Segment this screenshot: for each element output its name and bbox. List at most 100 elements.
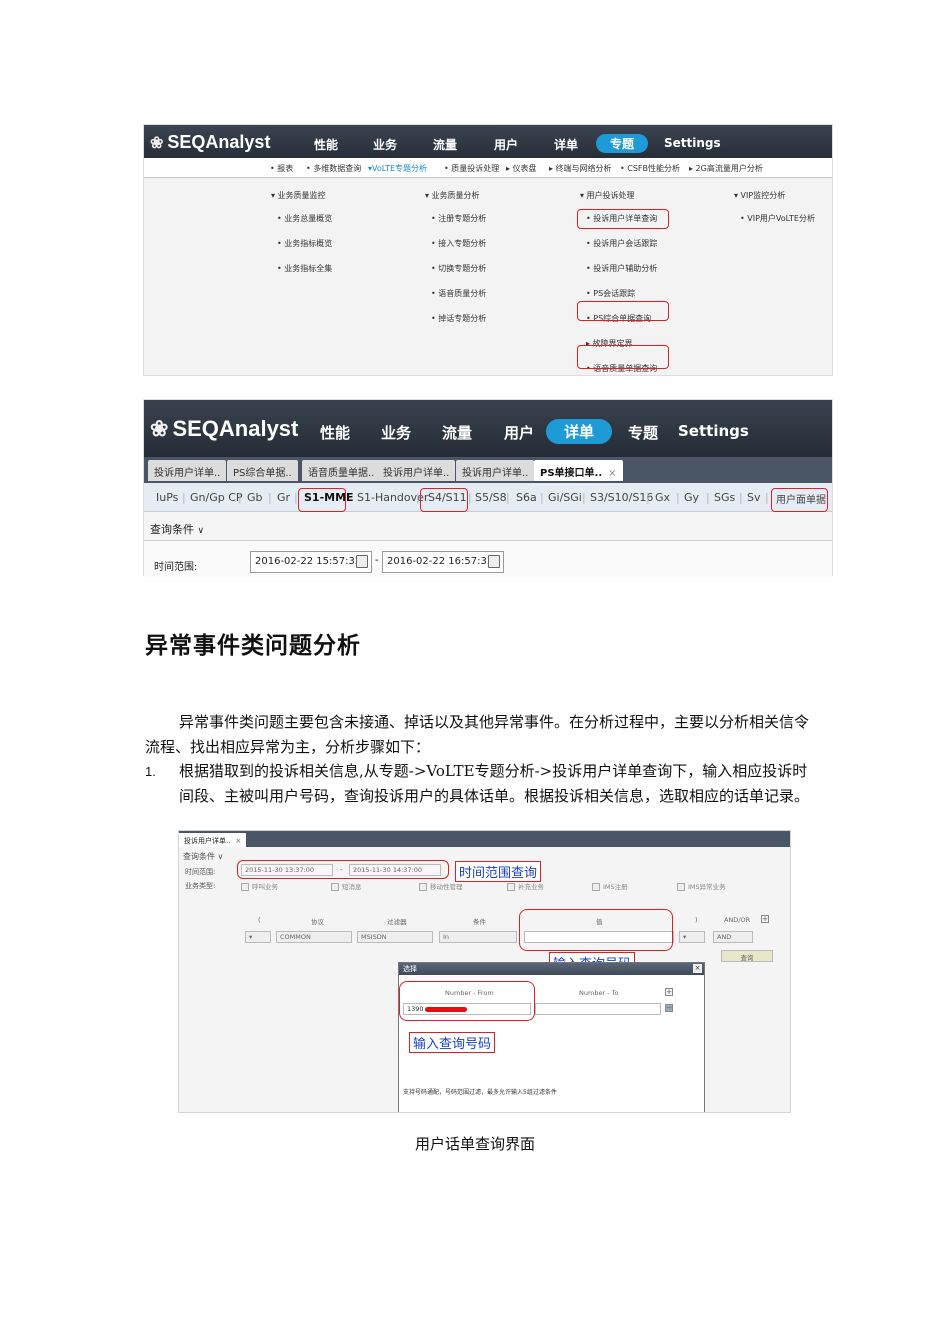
close-icon[interactable]: × — [608, 468, 616, 479]
nav-performance[interactable]: 性能 — [320, 422, 350, 443]
menu-col-heading[interactable]: ▾ 业务质量监控 — [271, 190, 332, 201]
menu-col-heading[interactable]: ▾ 业务质量分析 — [425, 190, 486, 201]
highlight-box — [420, 488, 468, 512]
tab-ps-records[interactable]: PS综合单据.. — [227, 460, 298, 481]
menu-item[interactable]: • PS会话跟踪 — [586, 288, 657, 299]
menu-item[interactable]: • VIP用户VoLTE分析 — [740, 213, 815, 224]
remove-row-icon[interactable]: − — [665, 1004, 673, 1012]
iface-gy[interactable]: Gy — [684, 491, 699, 504]
checkbox-sms[interactable]: 短消息 — [331, 881, 362, 891]
nav-service[interactable]: 业务 — [373, 136, 397, 153]
huawei-logo-icon: ❀ — [150, 416, 169, 441]
nav-user[interactable]: 用户 — [504, 422, 534, 443]
subnav-quality-complaint[interactable]: • 质量投诉处理 — [444, 163, 499, 174]
checkbox-ims-register[interactable]: IMS注册 — [592, 881, 628, 891]
iface-gr[interactable]: Gr — [277, 491, 290, 504]
tab-complaint-detail[interactable]: 投诉用户详单.. — [148, 460, 227, 481]
subnav-csfb[interactable]: • CSFB性能分析 — [620, 163, 680, 174]
tab-label: 投诉用户详单.. — [184, 837, 231, 845]
close-icon[interactable]: × — [693, 964, 702, 973]
filter-select[interactable]: MSISDN — [357, 931, 433, 943]
time-from-field[interactable]: 2016-02-22 15:57:32 — [250, 551, 372, 573]
close-icon[interactable]: × — [235, 837, 241, 845]
nav-settings[interactable]: Settings — [678, 422, 749, 440]
nav-user[interactable]: 用户 — [494, 136, 518, 153]
nav-special-topic[interactable]: 专题 — [628, 422, 658, 443]
nav-special-topic[interactable]: 专题 — [596, 134, 649, 153]
top-navbar: ❀ SEQAnalyst 性能 业务 流量 用户 详单 专题 Settings — [144, 400, 832, 457]
protocol-select[interactable]: COMMON — [276, 931, 352, 943]
iface-gngp-cp[interactable]: Gn/Gp CP — [190, 491, 243, 504]
subnav-multidim-query[interactable]: • 多维数据查询 — [306, 163, 361, 174]
iface-gb[interactable]: Gb — [247, 491, 263, 504]
menu-item[interactable]: • 注册专题分析 — [431, 213, 486, 224]
separator: | — [268, 491, 272, 504]
iface-s3-s10-s16[interactable]: S3/S10/S16 — [590, 491, 653, 504]
subnav-volte-analysis[interactable]: ▾VoLTE专题分析 — [368, 163, 427, 174]
iface-s6a[interactable]: S6a — [516, 491, 537, 504]
checkbox-ims-abnormal[interactable]: IMS异常业务 — [677, 881, 726, 891]
subnav-report[interactable]: • 报表 — [270, 163, 293, 174]
tab-ps-interface[interactable]: PS单接口单.. × — [534, 460, 623, 481]
close-paren-select[interactable]: ▾ — [679, 931, 705, 943]
separator: | — [468, 491, 472, 504]
iface-gi-sgi[interactable]: Gi/SGi — [548, 491, 582, 504]
query-conditions-toggle[interactable]: 查询条件 ∨ — [183, 851, 223, 862]
tab-complaint-detail-2[interactable]: 投诉用户详单.. — [377, 460, 456, 481]
open-paren-select[interactable]: ▾ — [245, 931, 271, 943]
top-navbar: ❀ SEQAnalyst 性能 业务 流量 用户 详单 专题 Settings — [144, 125, 832, 158]
iface-s5-s8[interactable]: S5/S8 — [475, 491, 507, 504]
tab-complaint-detail-3[interactable]: 投诉用户详单.. — [456, 460, 535, 481]
menu-item[interactable]: • 语音质量分析 — [431, 288, 486, 299]
nav-performance[interactable]: 性能 — [314, 136, 338, 153]
checkbox-supplementary[interactable]: 补充业务 — [507, 881, 544, 891]
nav-traffic[interactable]: 流量 — [442, 422, 472, 443]
menu-item[interactable]: • 业务指标概览 — [277, 238, 332, 249]
nav-traffic[interactable]: 流量 — [433, 136, 457, 153]
add-condition-icon[interactable]: + — [761, 915, 769, 923]
iface-iups[interactable]: IuPs — [156, 491, 178, 504]
col-header-close-paren: ) — [695, 916, 698, 924]
time-to-field[interactable]: 2016-02-22 16:57:32 — [382, 551, 504, 573]
col-header-open-paren: ( — [258, 916, 261, 924]
highlight-box — [399, 981, 535, 1021]
number-to-input[interactable] — [535, 1003, 661, 1015]
and-or-select[interactable]: AND — [713, 931, 753, 943]
checkbox-call[interactable]: 呼叫业务 — [241, 881, 278, 891]
subnav-2g-traffic[interactable]: ▸ 2G高流量用户分析 — [689, 163, 763, 174]
dialog-note: 支持号码通配，号码范围过滤，最多允许输入5组过滤条件 — [403, 1089, 557, 1096]
menu-item[interactable]: • 投诉用户辅助分析 — [586, 263, 657, 274]
subnav-terminal-network[interactable]: ▸ 终端与网络分析 — [549, 163, 612, 174]
menu-item[interactable]: • 业务指标全集 — [277, 263, 332, 274]
separator: | — [676, 491, 680, 504]
col-header-condition: 条件 — [473, 918, 486, 926]
tab-voice-quality[interactable]: 语音质量单据.. — [302, 460, 381, 481]
nav-detail[interactable]: 详单 — [546, 419, 613, 444]
menu-item[interactable]: • 接入专题分析 — [431, 238, 486, 249]
calendar-icon[interactable] — [488, 555, 500, 568]
iface-sv[interactable]: Sv — [747, 491, 761, 504]
step-number: 1. — [145, 764, 156, 779]
menu-col-heading[interactable]: ▾ 用户投诉处理 — [580, 190, 657, 201]
condition-select[interactable]: In — [439, 931, 517, 943]
chevron-down-icon: ∨ — [197, 526, 205, 536]
highlight-box — [577, 209, 669, 229]
subnav-dashboard[interactable]: ▸ 仪表盘 — [506, 163, 537, 174]
nav-service[interactable]: 业务 — [381, 422, 411, 443]
nav-detail[interactable]: 详单 — [554, 136, 578, 153]
menu-item[interactable]: • 业务总量概览 — [277, 213, 332, 224]
checkbox-mobility[interactable]: 移动性管理 — [419, 881, 463, 891]
add-row-icon[interactable]: + — [665, 988, 673, 996]
iface-sgs[interactable]: SGs — [714, 491, 735, 504]
menu-item[interactable]: • 切换专题分析 — [431, 263, 486, 274]
nav-settings[interactable]: Settings — [664, 136, 721, 150]
menu-item[interactable]: • 投诉用户会话跟踪 — [586, 238, 657, 249]
tab-complaint-detail[interactable]: 投诉用户详单.. × — [179, 833, 247, 847]
calendar-icon[interactable] — [356, 555, 368, 568]
menu-col-heading[interactable]: ▾ VIP监控分析 — [734, 190, 815, 201]
query-label: 查询条件 — [150, 523, 194, 536]
search-button[interactable]: 查询 — [721, 950, 773, 962]
iface-gx[interactable]: Gx — [655, 491, 670, 504]
query-conditions-toggle[interactable]: 查询条件 ∨ — [150, 521, 204, 537]
menu-item[interactable]: • 掉话专题分析 — [431, 313, 486, 324]
